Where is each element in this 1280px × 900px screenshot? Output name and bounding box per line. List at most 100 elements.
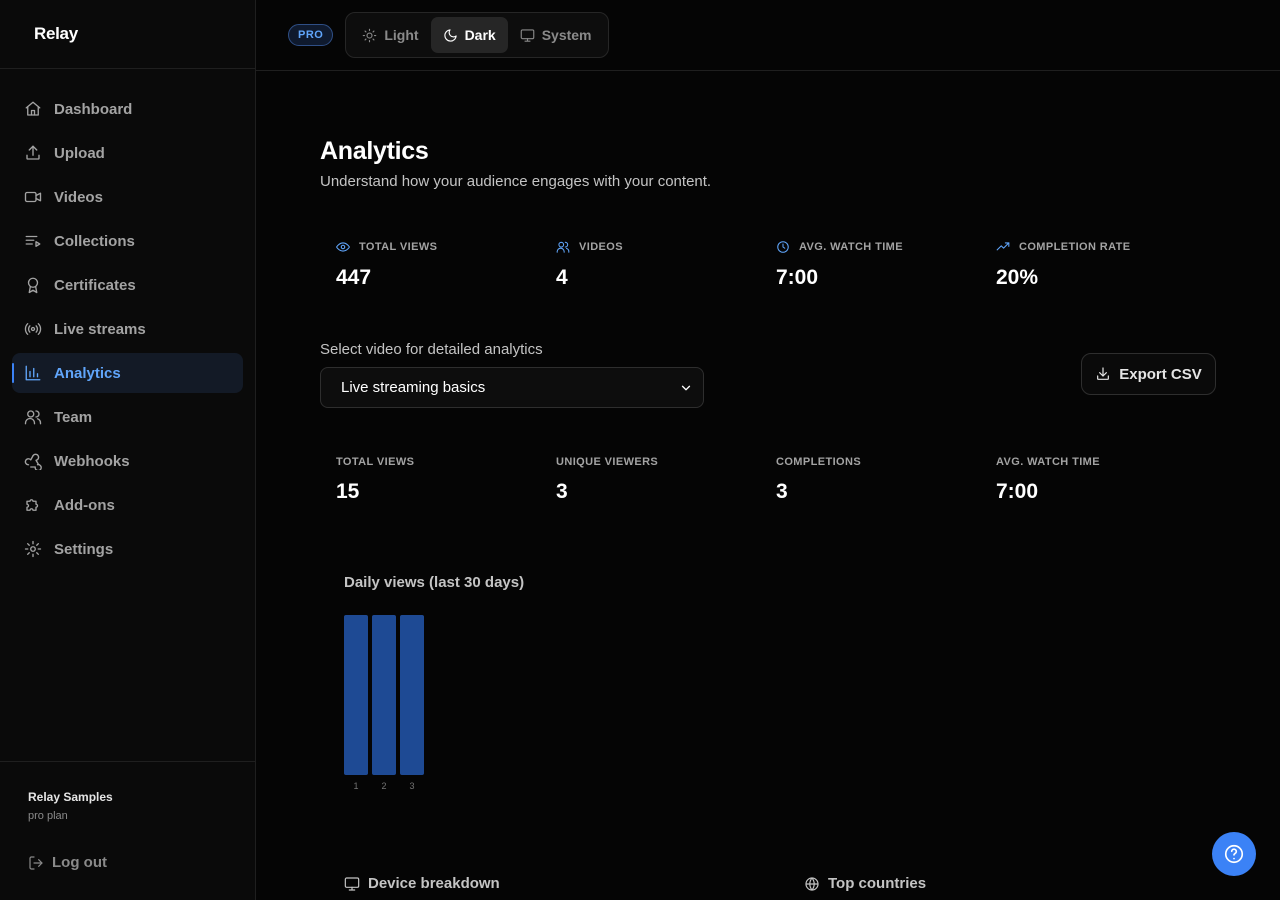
account-name: Relay Samples [28,790,113,804]
page-subtitle: Understand how your audience engages wit… [320,173,712,190]
chevron-down-icon [681,385,691,390]
stat-label: AVG. WATCH TIME [996,456,1100,468]
chart-tick-label: 1 [353,781,358,791]
upload-icon [24,144,42,162]
chart-bar[interactable] [400,615,424,775]
chart-tick-label: 3 [409,781,414,791]
sidebar-item-label: Settings [54,540,114,558]
sidebar-nav: Dashboard Upload Videos Collections Cert… [0,69,255,593]
sidebar-item-label: Certificates [54,276,136,294]
stat-value: 4 [556,266,568,289]
puzzle-icon [24,496,42,514]
monitor-icon [344,876,360,891]
sidebar-item-label: Live streams [54,320,146,338]
trending-up-icon [996,242,1010,251]
chart-bar[interactable] [344,615,368,775]
video-stat-unique-viewers: UNIQUE VIEWERS 3 [556,456,776,504]
sidebar-item-live-streams[interactable]: Live streams [12,309,243,349]
stat-value: 15 [336,480,360,503]
account-panel: Relay Samples pro plan Log out [0,761,255,900]
video-stat-avg-watch-time: AVG. WATCH TIME 7:00 [996,456,1216,504]
stat-label: TOTAL VIEWS [359,241,438,253]
sidebar-item-label: Collections [54,232,135,250]
daily-views-chart: 1 2 3 [344,615,424,791]
logout-label: Log out [52,854,107,871]
stat-value: 447 [336,266,372,289]
chart-title: Daily views (last 30 days) [344,574,525,591]
award-icon [24,276,42,294]
theme-light-button[interactable]: Light [350,17,430,53]
stat-label: COMPLETIONS [776,456,862,468]
eye-icon [336,242,350,252]
stat-value: 20% [996,266,1039,289]
video-select[interactable]: Live streaming basics [320,367,704,408]
bar-chart-icon [24,364,42,382]
device-breakdown-label: Device breakdown [368,875,500,892]
stat-total-views: TOTAL VIEWS 447 [336,240,556,290]
sidebar-item-add-ons[interactable]: Add-ons [12,485,243,525]
plan-badge: PRO [288,24,334,46]
top-countries-heading: Top countries [804,875,926,892]
stat-label: COMPLETION RATE [1019,241,1131,253]
sidebar: Relay Dashboard Upload Videos Collection… [0,0,256,900]
moon-icon [443,28,457,42]
sidebar-item-videos[interactable]: Videos [12,177,243,217]
help-circle-icon [1224,844,1244,864]
theme-light-label: Light [384,27,419,43]
video-stat-total-views: TOTAL VIEWS 15 [336,456,556,504]
sun-icon [363,28,377,42]
sidebar-item-label: Analytics [54,364,121,382]
stat-avg-watch-time: AVG. WATCH TIME 7:00 [776,240,996,290]
sidebar-item-label: Videos [54,188,103,206]
logout-button[interactable]: Log out [28,854,227,871]
stat-label-row: COMPLETION RATE [996,240,1216,254]
stat-label: VIDEOS [579,241,623,253]
brand-logo[interactable]: Relay [0,0,255,69]
theme-system-label: System [541,27,592,43]
stat-videos: VIDEOS 4 [556,240,776,290]
globe-icon [805,876,819,891]
clock-icon [777,241,789,253]
theme-dark-button[interactable]: Dark [430,17,508,53]
sidebar-item-label: Webhooks [54,452,130,470]
sidebar-item-team[interactable]: Team [12,397,243,437]
sidebar-item-label: Dashboard [54,100,133,118]
list-play-icon [24,232,42,250]
stat-value: 7:00 [996,480,1039,503]
sidebar-item-analytics[interactable]: Analytics [12,353,243,393]
stat-label-row: TOTAL VIEWS [336,240,556,254]
stat-label-row: AVG. WATCH TIME [776,240,996,254]
video-select-label: Select video for detailed analytics [320,341,543,358]
users-icon [24,408,42,426]
sidebar-item-label: Upload [54,144,105,162]
export-csv-label: Export CSV [1119,365,1202,383]
help-button[interactable] [1212,832,1256,876]
stat-value: 3 [776,480,788,503]
sidebar-item-webhooks[interactable]: Webhooks [12,441,243,481]
sidebar-item-collections[interactable]: Collections [12,221,243,261]
monitor-icon [520,28,535,42]
sidebar-item-upload[interactable]: Upload [12,133,243,173]
stat-label: UNIQUE VIEWERS [556,456,659,468]
webhook-icon [24,452,42,470]
account-plan: pro plan [28,810,68,822]
video-stat-completions: COMPLETIONS 3 [776,456,996,504]
device-breakdown-heading: Device breakdown [344,875,500,892]
sidebar-item-certificates[interactable]: Certificates [12,265,243,305]
video-select-value: Live streaming basics [341,379,486,396]
sidebar-item-dashboard[interactable]: Dashboard [12,89,243,129]
stat-value: 3 [556,480,568,503]
top-countries-label: Top countries [828,875,927,892]
stat-value: 7:00 [776,266,819,289]
theme-dark-label: Dark [464,27,496,43]
home-icon [24,100,42,118]
video-stats: TOTAL VIEWS 15 UNIQUE VIEWERS 3 COMPLETI… [336,456,1216,504]
theme-system-button[interactable]: System [508,17,604,53]
chart-tick-label: 2 [381,781,386,791]
download-icon [1097,367,1110,380]
export-csv-button[interactable]: Export CSV [1081,353,1216,395]
stat-label-row: VIDEOS [556,240,776,254]
sidebar-item-settings[interactable]: Settings [12,529,243,569]
chart-bar[interactable] [372,615,396,775]
stat-label: AVG. WATCH TIME [799,241,903,253]
